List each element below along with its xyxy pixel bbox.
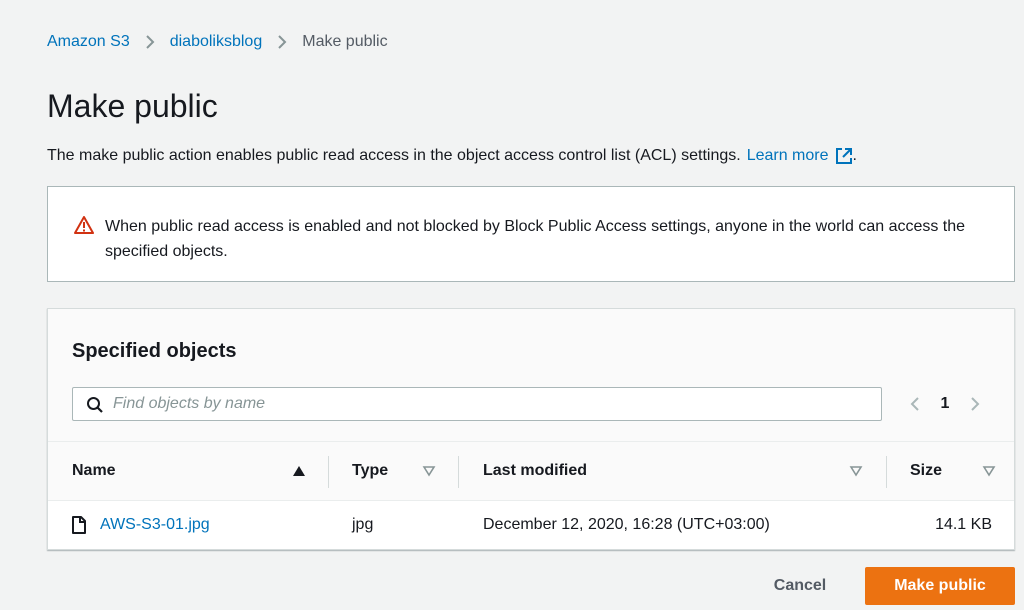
description-period: . — [852, 147, 857, 164]
search-box[interactable] — [72, 387, 882, 421]
breadcrumb-amazon-s3[interactable]: Amazon S3 — [47, 33, 130, 51]
column-divider[interactable] — [458, 456, 459, 488]
pagination: 1 — [900, 389, 990, 419]
chevron-right-icon — [268, 32, 296, 52]
breadcrumb-current: Make public — [302, 33, 388, 50]
column-header-type[interactable]: Type — [352, 442, 458, 500]
file-icon — [72, 516, 86, 534]
cancel-button[interactable]: Cancel — [748, 568, 852, 604]
objects-header: Specified objects 1 — [48, 309, 1014, 441]
sort-descending-icon[interactable] — [849, 464, 863, 482]
page-title: Make public — [47, 88, 218, 124]
search-input[interactable] — [113, 388, 873, 420]
column-header-size[interactable]: Size — [910, 442, 1010, 500]
column-label: Last modified — [483, 462, 588, 479]
current-page-number[interactable]: 1 — [930, 395, 960, 413]
breadcrumb-bucket[interactable]: diaboliksblog — [170, 33, 263, 51]
column-divider[interactable] — [886, 456, 887, 488]
column-divider[interactable] — [328, 456, 329, 488]
search-icon — [86, 396, 104, 419]
column-header-last-modified[interactable]: Last modified — [483, 442, 886, 500]
column-label: Type — [352, 462, 389, 479]
column-label: Name — [72, 462, 116, 479]
warning-alert: When public read access is enabled and n… — [47, 186, 1015, 282]
external-link-icon[interactable] — [835, 147, 853, 165]
cell-last-modified: December 12, 2020, 16:28 (UTC+03:00) — [483, 516, 770, 533]
sort-ascending-icon[interactable] — [292, 464, 306, 482]
warning-text: When public read access is enabled and n… — [105, 218, 966, 260]
cell-name: AWS-S3-01.jpg — [72, 501, 210, 549]
specified-objects-panel: Specified objects 1 Name — [47, 308, 1015, 550]
learn-more-link[interactable]: Learn more — [747, 147, 829, 165]
cell-size: 14.1 KB — [935, 516, 992, 533]
page-description: The make public action enables public re… — [47, 147, 857, 165]
cell-type: jpg — [352, 516, 374, 533]
warning-triangle-icon — [74, 215, 94, 240]
chevron-right-icon — [136, 32, 164, 52]
make-public-button[interactable]: Make public — [865, 567, 1015, 605]
next-page-button[interactable] — [960, 389, 990, 419]
table-header: Name Type Last modified Size — [48, 441, 1014, 501]
file-name-link[interactable]: AWS-S3-01.jpg — [100, 516, 210, 534]
breadcrumb: Amazon S3 diaboliksblog Make public — [47, 32, 388, 52]
column-header-name[interactable]: Name — [72, 442, 328, 500]
sort-descending-icon[interactable] — [422, 464, 436, 482]
table-row: AWS-S3-01.jpg jpg December 12, 2020, 16:… — [48, 501, 1014, 549]
previous-page-button[interactable] — [900, 389, 930, 419]
column-label: Size — [910, 462, 943, 479]
sort-descending-icon[interactable] — [982, 464, 996, 482]
description-text: The make public action enables public re… — [47, 147, 741, 164]
objects-title: Specified objects — [72, 340, 237, 362]
